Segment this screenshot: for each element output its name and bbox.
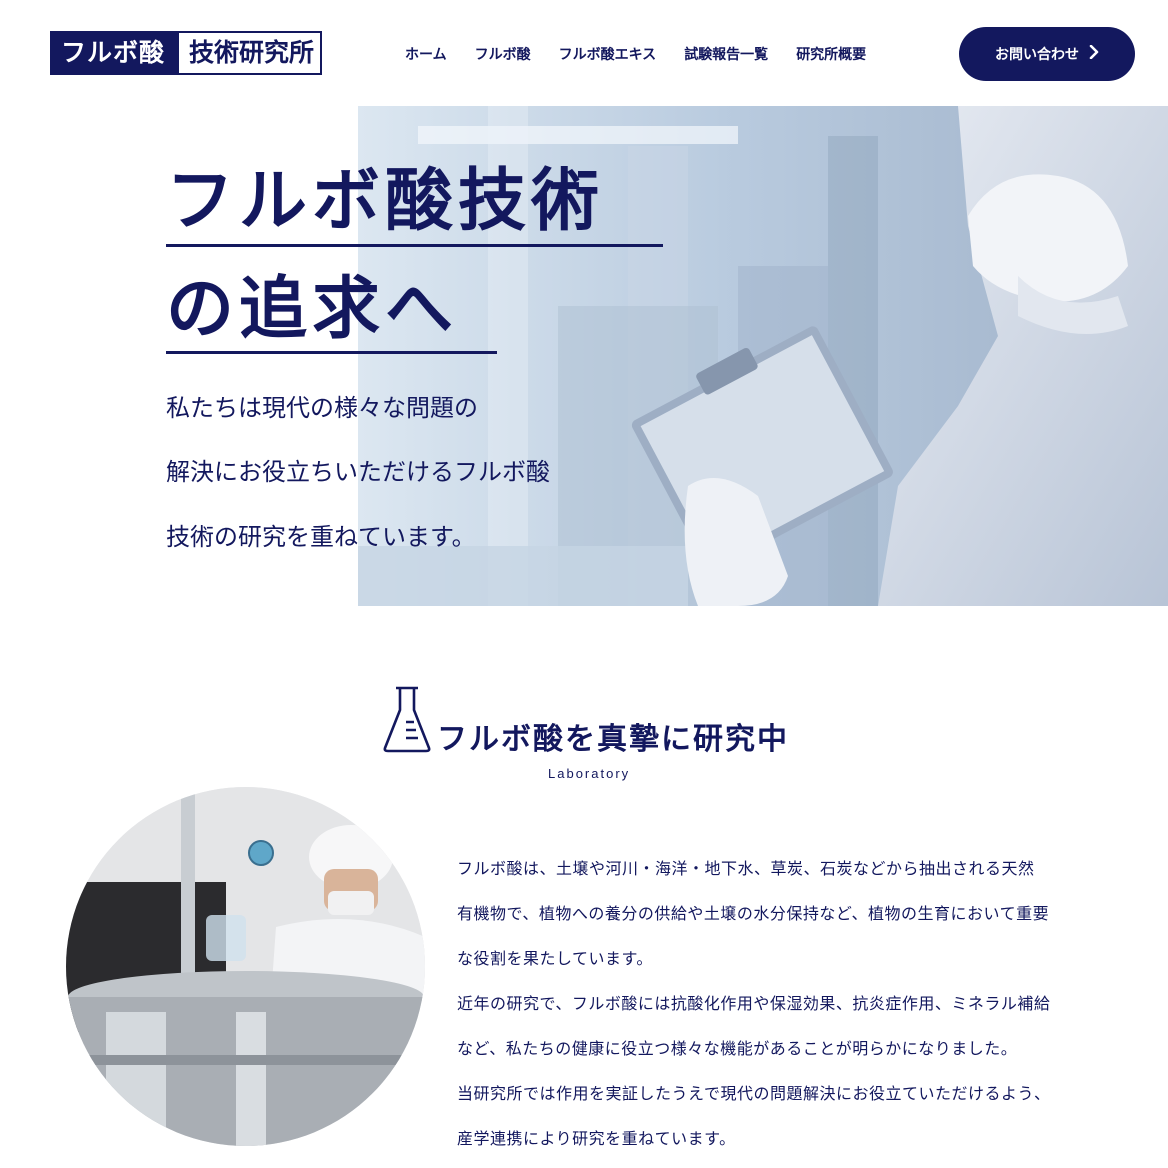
section-title: フルボ酸を真摯に研究中 — [437, 722, 789, 757]
site-logo[interactable]: フルボ酸 技術研究所 — [50, 31, 323, 75]
body-paragraph-line: な役割を果たしています。 — [457, 949, 653, 968]
body-paragraph-line: フルボ酸は、土壌や河川・海洋・地下水、草炭、石炭などから抽出される天然 — [457, 859, 1035, 878]
logo-primary-text: フルボ酸 — [52, 33, 180, 73]
hero-title-underline-1 — [166, 244, 663, 247]
body-paragraph-line: 産学連携により研究を重ねています。 — [457, 1129, 736, 1148]
hero-description-line3: 技術の研究を重ねています。 — [166, 523, 476, 551]
body-paragraph-line: 当研究所では作用を実証したうえで現代の問題解決にお役立ていただけるよう、 — [457, 1084, 1051, 1103]
section-subtitle: Laboratory — [548, 766, 631, 781]
contact-button-label: お問い合わせ — [995, 47, 1079, 63]
hero-title-line2: の追求へ — [166, 270, 459, 349]
hero-description-line1: 私たちは現代の様々な問題の — [166, 394, 478, 422]
body-paragraph-line: など、私たちの健康に役立つ様々な機能があることが明らかになりました。 — [457, 1039, 1018, 1058]
hero-title-line1: フルボ酸技術 — [166, 162, 605, 241]
flask-icon — [380, 684, 434, 758]
body-paragraph-line: 近年の研究で、フルボ酸には抗酸化作用や保湿効果、抗炎症作用、ミネラル補給 — [457, 994, 1051, 1013]
chevron-right-icon — [1089, 44, 1099, 63]
nav-item-test-reports[interactable]: 試験報告一覧 — [684, 44, 768, 64]
nav-item-fulvic-extract[interactable]: フルボ酸エキス — [559, 44, 657, 64]
main-nav: ホーム フルボ酸 フルボ酸エキス 試験報告一覧 研究所概要 — [405, 44, 894, 64]
nav-item-about[interactable]: 研究所概要 — [796, 44, 866, 64]
body-paragraph-line: 有機物で、植物への養分の供給や土壌の水分保持など、植物の生育において重要 — [457, 904, 1050, 923]
section-body: フルボ酸は、土壌や河川・海洋・地下水、草炭、石炭などから抽出される天然 有機物で… — [457, 846, 1137, 1161]
nav-item-home[interactable]: ホーム — [405, 44, 447, 64]
laboratory-photo — [66, 787, 425, 1146]
hero-title-underline-2 — [166, 351, 497, 354]
logo-secondary-text: 技術研究所 — [179, 33, 321, 73]
nav-item-fulvic-acid[interactable]: フルボ酸 — [475, 44, 531, 64]
hero-description-line2: 解決にお役立ちいただけるフルボ酸 — [166, 458, 550, 486]
contact-button[interactable]: お問い合わせ — [959, 27, 1135, 81]
